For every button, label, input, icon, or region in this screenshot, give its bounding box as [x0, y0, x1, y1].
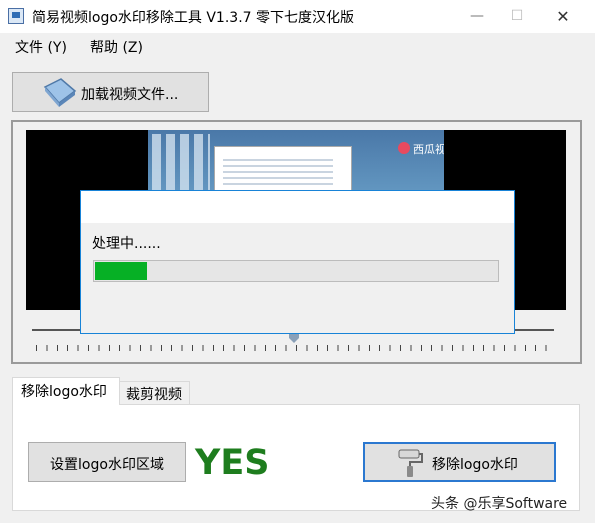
- set-logo-region-label: 设置logo水印区域: [50, 457, 164, 473]
- watermark-text: 西瓜视频: [413, 143, 444, 156]
- paint-roller-icon: [398, 449, 423, 477]
- processing-label: 处理中......: [92, 236, 161, 252]
- window-title: 简易视频logo水印移除工具 V1.3.7 零下七度汉化版: [32, 10, 355, 26]
- menu-help[interactable]: 帮助 (Z): [90, 37, 143, 57]
- title-bar: 简易视频logo水印移除工具 V1.3.7 零下七度汉化版 — ☐ ✕: [0, 0, 595, 33]
- watermark-credit: 头条 @乐享Software: [431, 496, 568, 512]
- processing-dialog: 处理中......: [80, 190, 515, 334]
- status-text: YES: [195, 443, 270, 483]
- close-button[interactable]: ✕: [540, 0, 586, 33]
- remove-logo-button[interactable]: 移除logo水印: [363, 442, 556, 482]
- load-video-label: 加载视频文件...: [81, 87, 179, 103]
- timeline-ticks: [36, 345, 556, 351]
- menu-file[interactable]: 文件 (Y): [15, 37, 67, 57]
- maximize-button[interactable]: ☐: [494, 0, 540, 33]
- dialog-title-bar: [81, 191, 514, 223]
- load-video-button[interactable]: 加载视频文件...: [12, 72, 209, 112]
- tab-remove-logo[interactable]: 移除logo水印: [12, 377, 120, 405]
- progress-bar: [93, 260, 499, 282]
- progress-fill: [95, 262, 147, 280]
- film-icon: [43, 78, 77, 107]
- menu-bar: 文件 (Y) 帮助 (Z): [0, 33, 595, 57]
- set-logo-region-button[interactable]: 设置logo水印区域: [28, 442, 186, 482]
- tab-crop-video[interactable]: 裁剪视频: [119, 381, 190, 405]
- timeline-slider-thumb[interactable]: [289, 333, 299, 343]
- app-icon: [8, 8, 24, 24]
- desktop-icons: [152, 134, 210, 194]
- watermark-logo-icon: [398, 142, 410, 154]
- remove-logo-label: 移除logo水印: [432, 457, 518, 473]
